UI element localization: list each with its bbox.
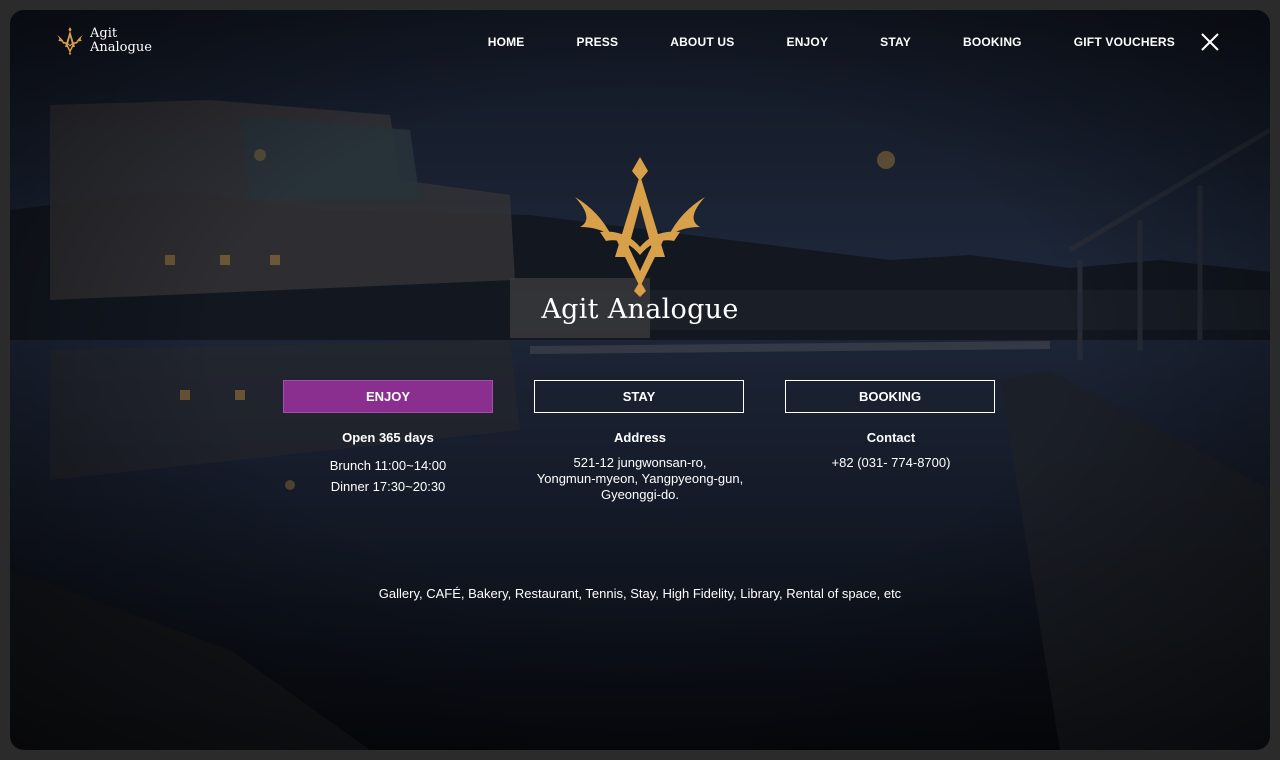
address-info: Address 521-12 jungwonsan-ro, Yongmun-my… (510, 430, 770, 503)
nav-item-home[interactable]: HOME (488, 35, 525, 49)
close-icon[interactable] (1200, 32, 1220, 52)
nav-item-stay[interactable]: STAY (880, 35, 911, 49)
hours-heading: Open 365 days (342, 430, 434, 445)
enjoy-button[interactable]: ENJOY (283, 380, 493, 413)
main-nav: HOME PRESS ABOUT US ENJOY STAY BOOKING G… (488, 35, 1175, 49)
nav-item-enjoy[interactable]: ENJOY (786, 35, 828, 49)
brand-wordmark: Agit Analogue (90, 27, 152, 55)
top-navigation-bar: Agit Analogue HOME PRESS ABOUT US ENJOY … (10, 10, 1270, 80)
dinner-hours: Dinner 17:30~20:30 (330, 479, 446, 494)
av-monogram-icon (575, 157, 705, 297)
contact-phone[interactable]: +82 (031- 774-8700) (761, 455, 1021, 471)
address-line-3: Gyeonggi-do. (600, 487, 680, 502)
brand-line-2: Analogue (90, 40, 152, 55)
hero-title: Agit Analogue (541, 294, 739, 325)
nav-item-gift-vouchers[interactable]: GIFT VOUCHERS (1074, 35, 1175, 49)
contact-info: Contact +82 (031- 774-8700) (761, 430, 1021, 471)
address-line-2: Yongmun-myeon, Yangpyeong-gun, (536, 471, 744, 486)
page-frame: Agit Analogue HOME PRESS ABOUT US ENJOY … (10, 10, 1270, 750)
brand-line-1: Agit (90, 26, 118, 41)
stay-button[interactable]: STAY (534, 380, 744, 413)
hours-info: Open 365 days Brunch 11:00~14:00 Dinner … (258, 430, 518, 497)
nav-item-press[interactable]: PRESS (577, 35, 619, 49)
av-monogram-icon (57, 27, 83, 55)
booking-button[interactable]: BOOKING (785, 380, 995, 413)
brand-logo[interactable]: Agit Analogue (56, 24, 152, 58)
address-heading: Address (613, 430, 667, 445)
contact-heading: Contact (866, 430, 916, 445)
brunch-hours: Brunch 11:00~14:00 (329, 458, 447, 473)
nav-item-booking[interactable]: BOOKING (963, 35, 1022, 49)
services-list: Gallery, CAFÉ, Bakery, Restaurant, Tenni… (378, 586, 902, 601)
address-line-1: 521-12 jungwonsan-ro, (573, 455, 707, 470)
nav-item-about-us[interactable]: ABOUT US (670, 35, 734, 49)
